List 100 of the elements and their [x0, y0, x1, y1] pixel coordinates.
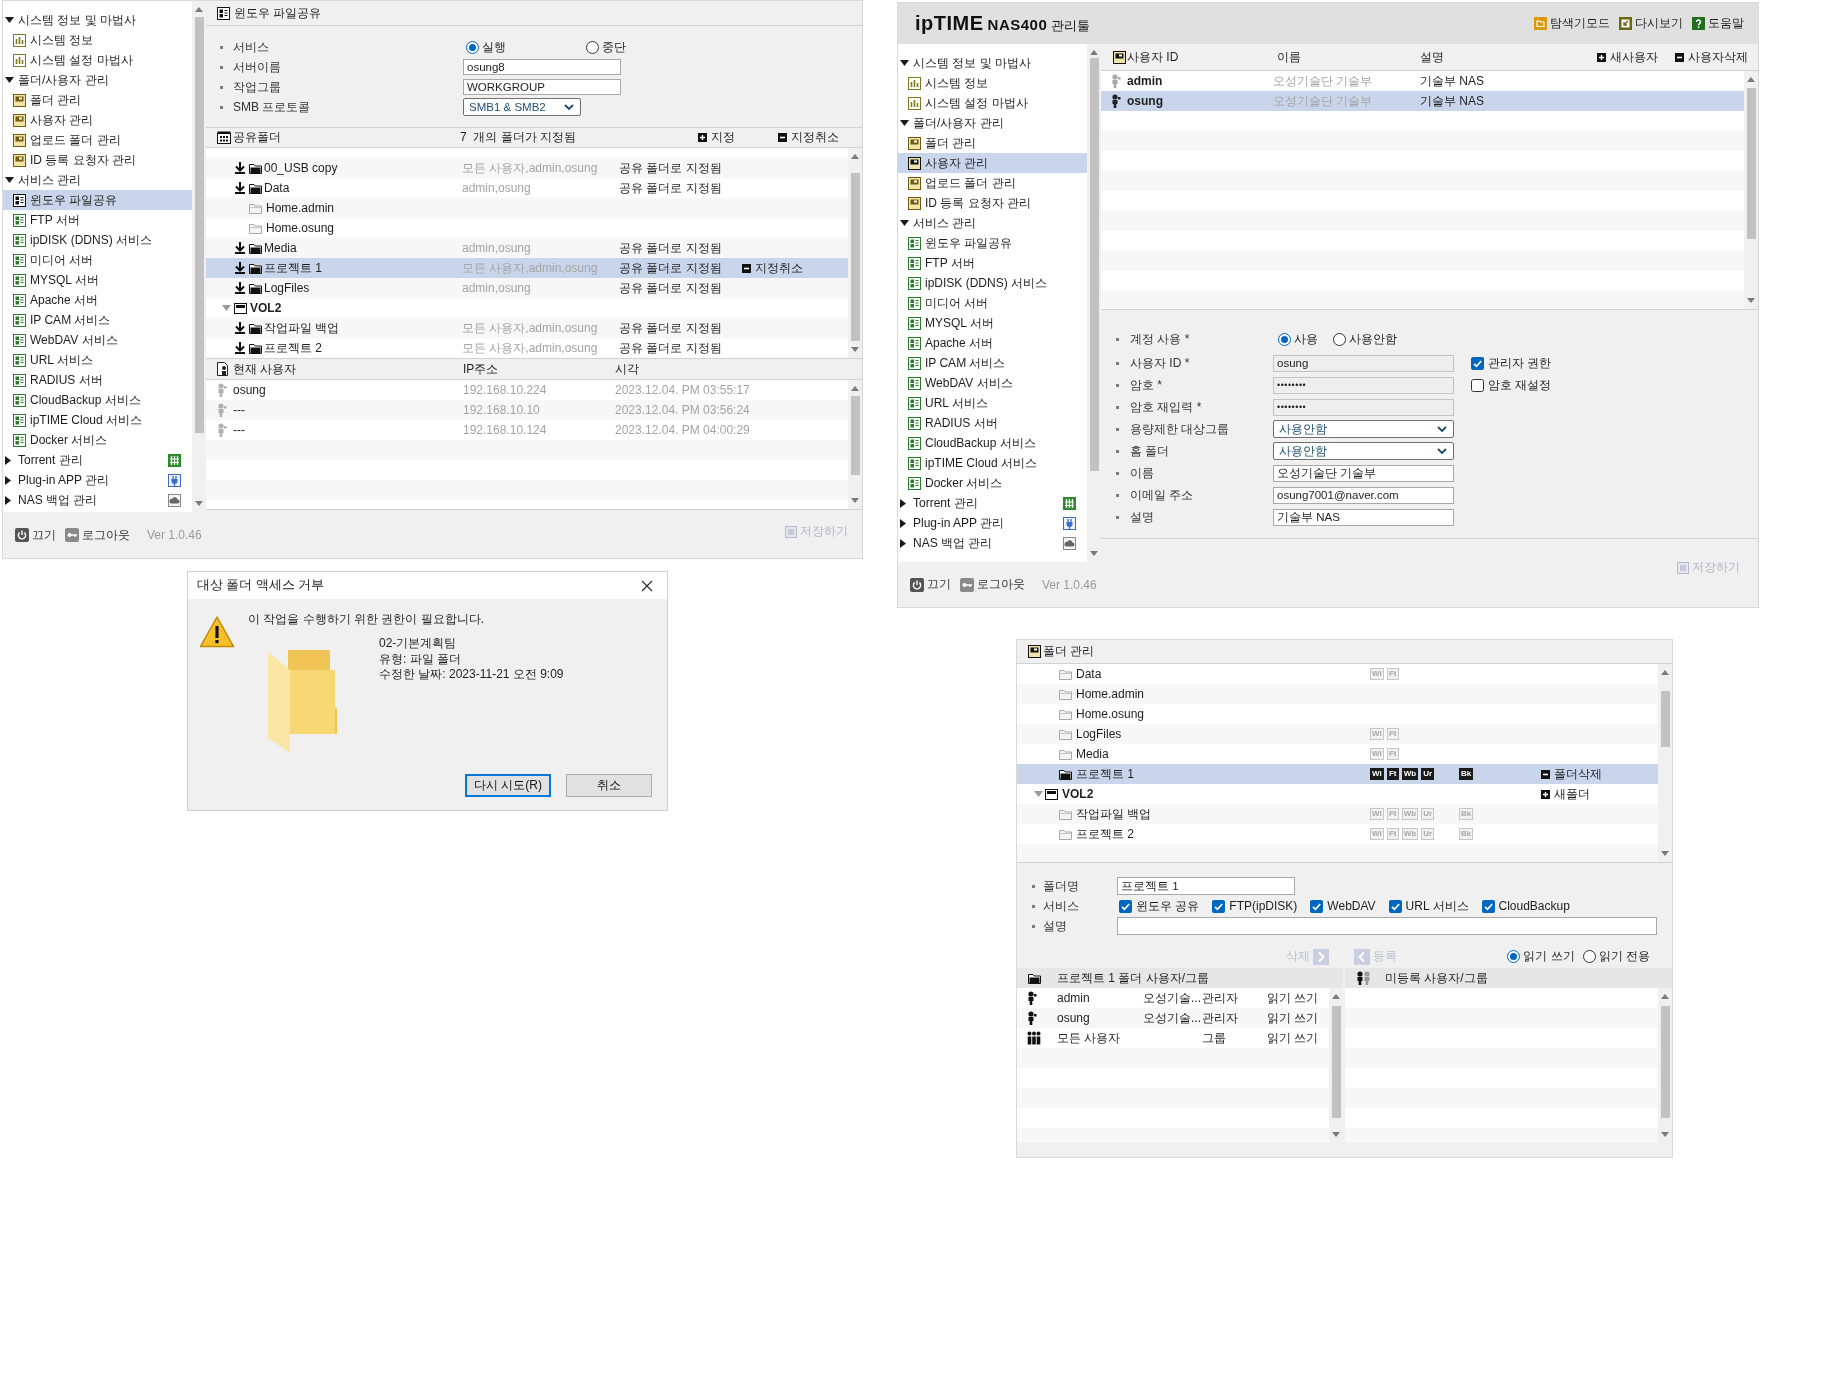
sidebar-item[interactable]: 미디어 서버 — [3, 250, 192, 270]
sidebar-item[interactable]: FTP 서버 — [898, 253, 1087, 273]
tree-row[interactable]: 프로젝트 2 Wi Ft Wb Ur Bk — [1017, 824, 1658, 844]
scrollbar-thumb[interactable] — [1660, 1006, 1670, 1118]
sidebar-item[interactable]: 시스템 정보 — [3, 30, 192, 50]
radio-button[interactable] — [1333, 332, 1346, 346]
triangle-down-icon[interactable] — [5, 17, 14, 23]
tree-row[interactable]: Data Wi Ft — [1017, 664, 1658, 684]
arrow-down-icon[interactable] — [1332, 1132, 1340, 1137]
triangle-right-icon[interactable] — [5, 475, 11, 485]
tree-row[interactable]: Home.admin — [206, 198, 848, 218]
radio-button[interactable] — [1507, 950, 1521, 963]
scrollbar-thumb[interactable] — [1089, 58, 1099, 471]
dropdown[interactable]: SMB1 & SMB2 — [463, 98, 581, 116]
sidebar-item[interactable]: Apache 서버 — [3, 290, 192, 310]
text-field[interactable] — [1117, 917, 1657, 935]
add-button[interactable]: 지정 — [698, 129, 778, 146]
sidebar-item[interactable]: ID 등록 요청자 관리 — [3, 150, 192, 170]
sidebar-item[interactable]: URL 서비스 — [898, 393, 1087, 413]
sidebar-item[interactable]: 윈도우 파일공유 — [3, 190, 192, 210]
arrow-up-icon[interactable] — [1661, 994, 1669, 999]
text-field[interactable]: 프로젝트 1 — [1117, 877, 1295, 895]
remove-button[interactable]: 사용자삭제 — [1675, 48, 1758, 66]
scrollbar-thumb[interactable] — [1331, 1006, 1341, 1118]
checkbox[interactable] — [1212, 899, 1226, 913]
scrollbar[interactable] — [1744, 71, 1758, 309]
checkbox[interactable] — [1388, 899, 1402, 913]
sidebar-item[interactable]: 시스템 설정 마법사 — [3, 50, 192, 70]
radio-button[interactable] — [1278, 332, 1291, 346]
radio-button[interactable] — [1582, 950, 1596, 963]
sidebar-item[interactable]: 시스템 설정 마법사 — [898, 93, 1087, 113]
tree-row[interactable]: Media Wi Ft — [1017, 744, 1658, 764]
text-field[interactable]: osung8 — [463, 59, 621, 75]
tree-row[interactable]: 작업파일 백업 모든 사용자,admin,osung 공유 폴더로 지정됨 — [206, 318, 848, 338]
radio-button[interactable] — [586, 40, 599, 54]
table-row[interactable]: admin 오성기술단 기술부 기술부 NAS — [1101, 71, 1744, 91]
sidebar-item[interactable]: 윈도우 파일공유 — [898, 233, 1087, 253]
tree-row[interactable]: Data admin,osung 공유 폴더로 지정됨 — [206, 178, 848, 198]
tree-row[interactable]: 00_USB copy 모든 사용자,admin,osung 공유 폴더로 지정됨 — [206, 158, 848, 178]
sidebar-item[interactable]: FTP 서버 — [3, 210, 192, 230]
tree-row[interactable]: Home.osung — [1017, 704, 1658, 724]
tree-row[interactable]: Home.osung — [206, 218, 848, 238]
arrow-down-icon[interactable] — [1747, 298, 1755, 303]
tree-group-label[interactable]: 폴더/사용자 관리 — [18, 71, 109, 89]
sidebar-item[interactable]: 업로드 폴더 관리 — [3, 130, 192, 150]
sidebar-item[interactable]: 폴더 관리 — [3, 90, 192, 110]
tree-row[interactable]: 작업파일 백업 Wi Ft Wb Ur Bk — [1017, 804, 1658, 824]
arrow-up-icon[interactable] — [1661, 670, 1669, 675]
sidebar-item[interactable]: 사용자 관리 — [3, 110, 192, 130]
sidebar-item[interactable]: Apache 서버 — [898, 333, 1087, 353]
scrollbar[interactable] — [1658, 664, 1672, 862]
sidebar-item[interactable]: URL 서비스 — [3, 350, 192, 370]
sidebar-item[interactable]: ipDISK (DDNS) 서비스 — [3, 230, 192, 250]
tree-row[interactable]: Home.admin — [1017, 684, 1658, 704]
table-row[interactable]: admin 오성기술...관리자 읽기 쓰기 — [1017, 988, 1329, 1008]
table-row[interactable]: osung 오성기술단 기술부 기술부 NAS — [1101, 91, 1744, 111]
remove-button[interactable]: 지정취소 — [742, 259, 848, 277]
toolbar-button[interactable]: 도움말 — [1692, 15, 1744, 32]
toolbar-button[interactable]: 다시보기 — [1619, 15, 1683, 32]
text-field[interactable]: 기술부 NAS — [1273, 508, 1454, 526]
scrollbar-thumb[interactable] — [194, 17, 204, 433]
triangle-down-icon[interactable] — [900, 120, 909, 126]
arrow-down-icon[interactable] — [195, 501, 203, 506]
power-button[interactable]: 끄기 — [910, 576, 951, 593]
tree-group-label[interactable]: 시스템 정보 및 마법사 — [18, 11, 136, 29]
sidebar-item[interactable]: IP CAM 서비스 — [3, 310, 192, 330]
arrow-down-icon[interactable] — [1661, 1132, 1669, 1137]
triangle-down-icon[interactable] — [900, 60, 909, 66]
sidebar-item[interactable]: Docker 서비스 — [3, 430, 192, 450]
dialog-button[interactable]: 다시 시도(R) — [465, 774, 551, 797]
tree-group-label[interactable]: 시스템 정보 및 마법사 — [913, 54, 1031, 72]
triangle-down-icon[interactable] — [900, 220, 909, 226]
checkbox-label[interactable]: 윈도우 공유 — [1136, 897, 1200, 915]
checkbox[interactable] — [1310, 899, 1324, 913]
tree-group-label[interactable]: Torrent 관리 — [913, 494, 978, 512]
sidebar-item[interactable]: WebDAV 서비스 — [898, 373, 1087, 393]
arrow-down-icon[interactable] — [851, 498, 859, 503]
power-button[interactable]: 끄기 — [15, 526, 56, 544]
checkbox-label[interactable]: CloudBackup — [1498, 899, 1570, 913]
tree-row[interactable]: VOL2 새폴더 — [1017, 784, 1658, 804]
arrow-down-icon[interactable] — [1090, 551, 1098, 556]
checkbox[interactable] — [1481, 899, 1495, 913]
radio-label[interactable]: 읽기 전용 — [1598, 948, 1650, 965]
arrow-up-icon[interactable] — [195, 7, 203, 12]
checkbox-label[interactable]: URL 서비스 — [1405, 897, 1469, 915]
scrollbar-thumb[interactable] — [1660, 691, 1670, 747]
triangle-right-icon[interactable] — [5, 455, 11, 465]
checkbox-label[interactable]: 암호 재설정 — [1488, 376, 1552, 394]
radio-label[interactable]: 중단 — [602, 38, 626, 56]
arrow-up-icon[interactable] — [1747, 77, 1755, 82]
password-field[interactable]: •••••••• — [1273, 398, 1454, 416]
checkbox-label[interactable]: 관리자 권한 — [1488, 354, 1552, 372]
tree-group-label[interactable]: 서비스 관리 — [913, 214, 977, 232]
table-row[interactable]: 모든 사용자 그룹 읽기 쓰기 — [1017, 1028, 1329, 1048]
tree-row[interactable]: 프로젝트 1 모든 사용자,admin,osung 공유 폴더로 지정됨 지정취소 — [206, 258, 848, 278]
text-field[interactable]: WORKGROUP — [463, 79, 621, 95]
scrollbar[interactable] — [192, 1, 206, 512]
checkbox[interactable] — [1471, 378, 1484, 392]
sidebar-item[interactable]: 업로드 폴더 관리 — [898, 173, 1087, 193]
tree-group-label[interactable]: Plug-in APP 관리 — [913, 514, 1005, 532]
